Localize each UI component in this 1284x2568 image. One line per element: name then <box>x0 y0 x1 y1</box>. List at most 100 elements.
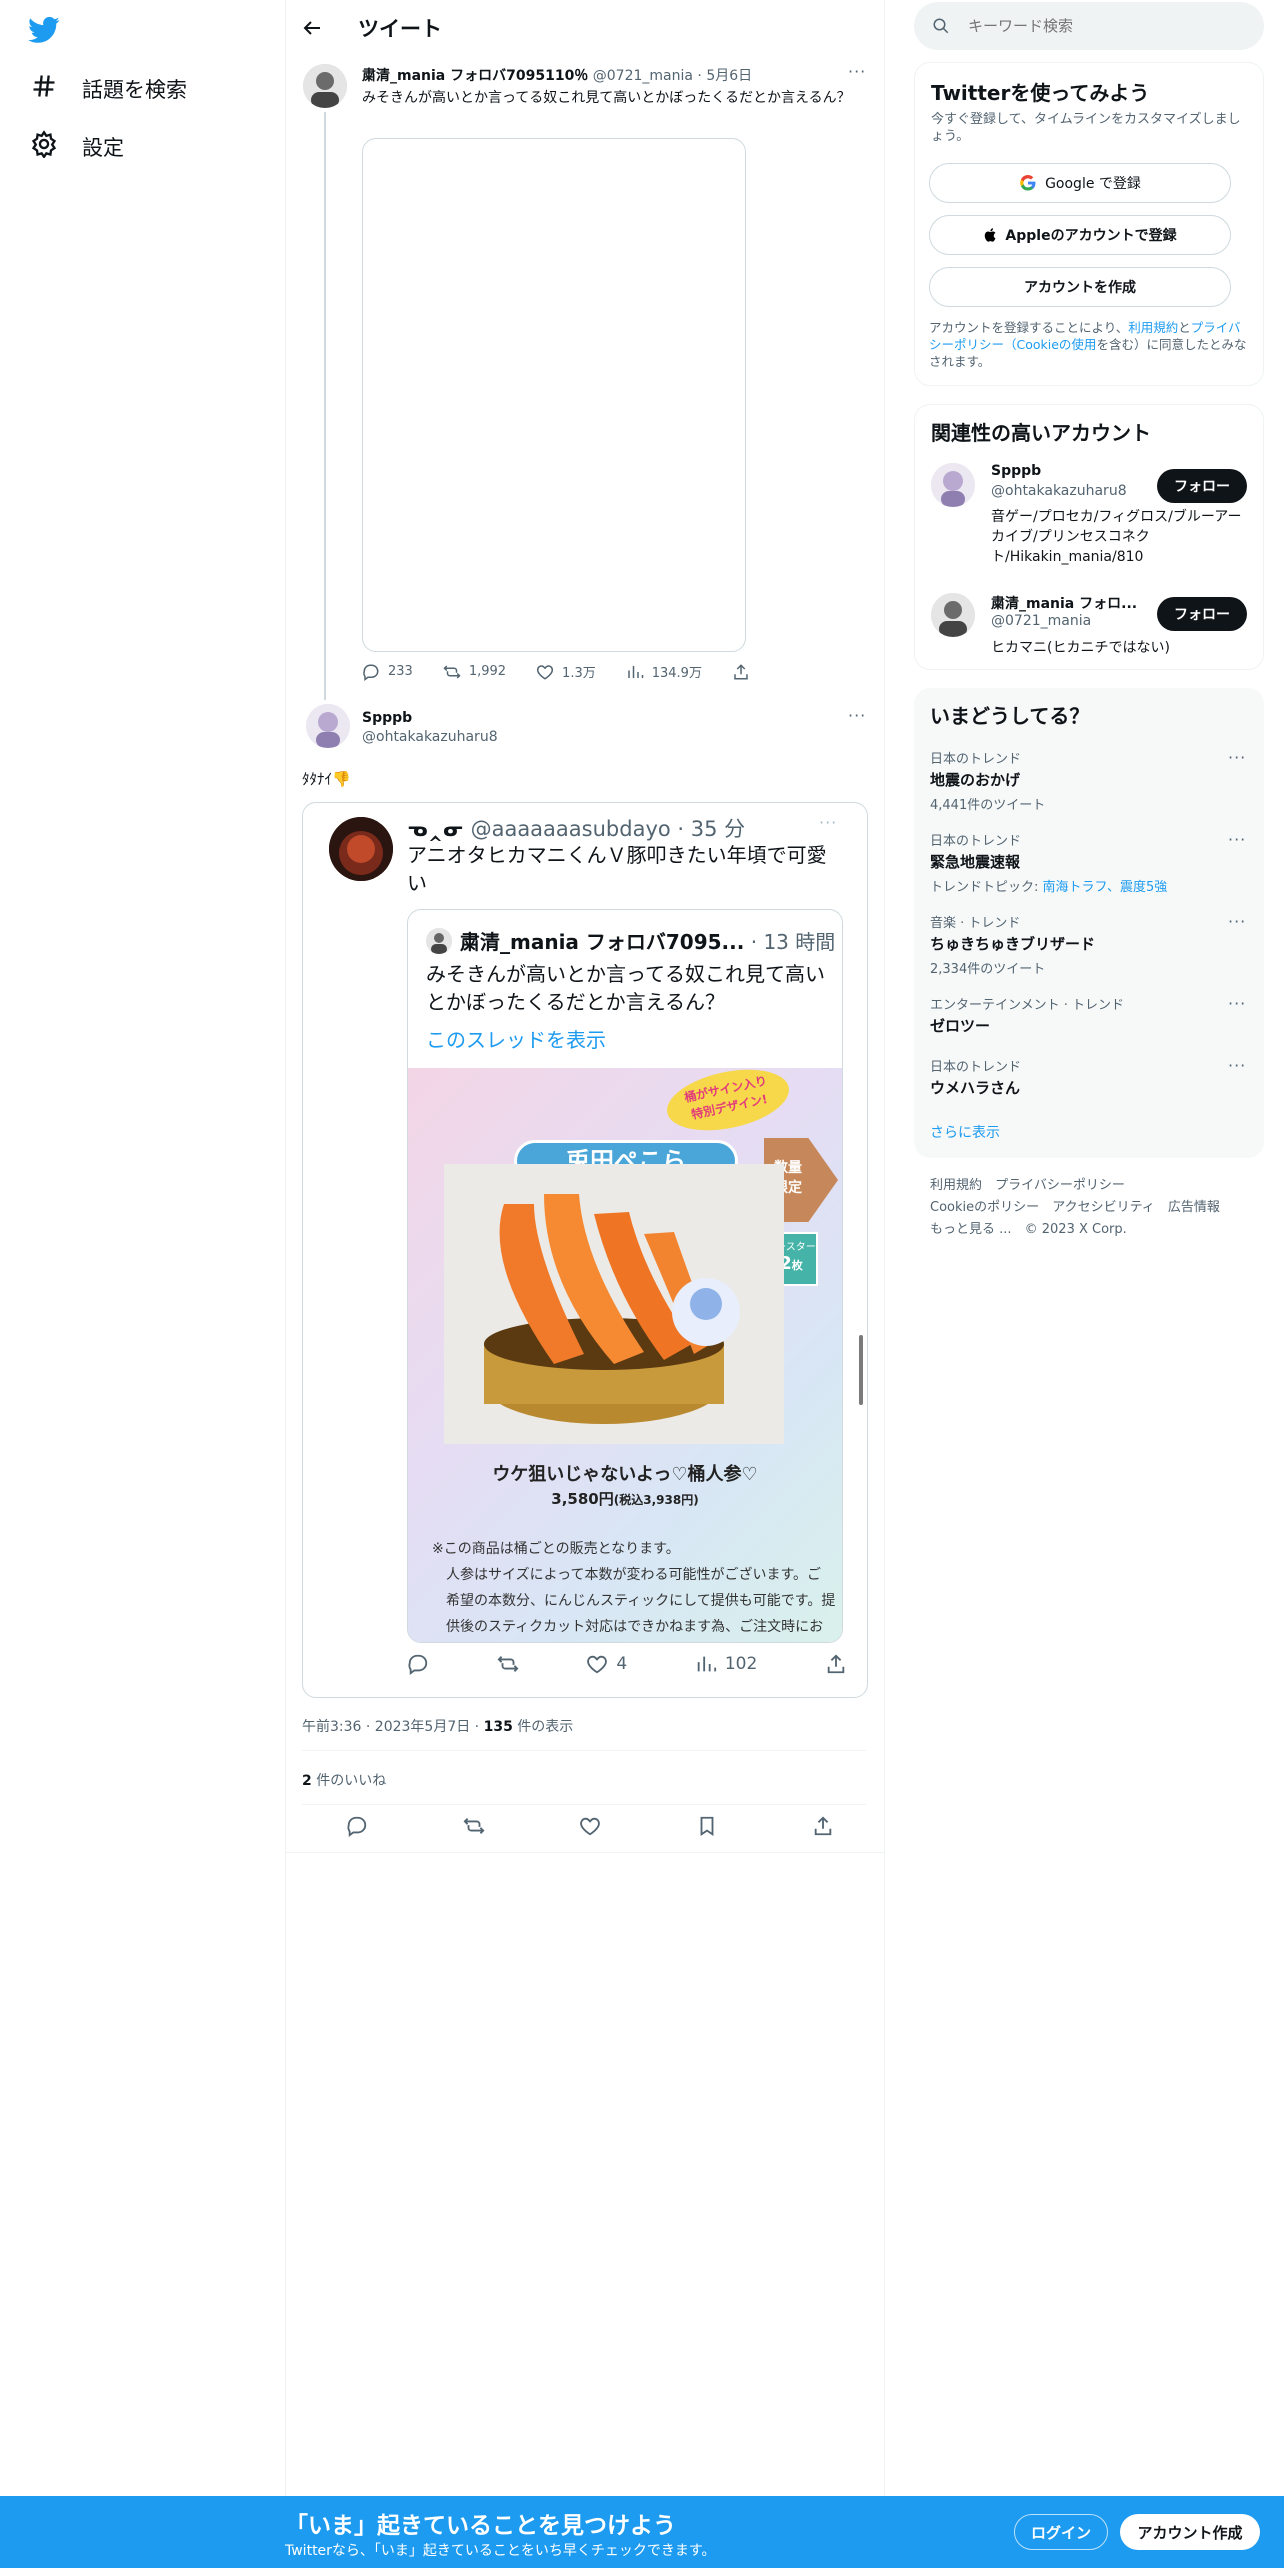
product-price-tax: (税込3,938円) <box>613 1493 699 1507</box>
view-count: 135 <box>483 1719 513 1735</box>
trend-item[interactable]: 日本のトレンド 地震のおかげ 4,441件のツイート <box>930 748 1250 813</box>
embed-actions: 4 102 <box>407 1653 847 1675</box>
embedded-image-card[interactable]: ᓀ‸ᓂ @aaaaaaasubdayo · 35 分 ··· アニオタヒカマニく… <box>302 802 868 1698</box>
product-title: ウケ狙いじゃないよっ♡桶人参♡ <box>492 1464 758 1485</box>
parent-handle[interactable]: @0721_mania <box>593 68 693 84</box>
heart-icon <box>580 1817 600 1836</box>
back-arrow-icon[interactable] <box>300 16 324 40</box>
parent-header: 粛清_mania フォロバ7095110％ @0721_mania · 5月6日 <box>362 68 753 84</box>
product-image: 桶がサイン入り 特別デザイン! 兎田ぺこら 数量 限定 コースター 2枚 ウケ狙… <box>408 1059 842 1642</box>
hashtag-icon <box>30 72 58 105</box>
trend-more-icon[interactable]: ··· <box>1228 994 1246 1013</box>
parent-media[interactable] <box>362 138 746 652</box>
tweet-timestamp[interactable]: 午前3:36 · 2023年5月7日 · <box>302 1719 484 1735</box>
views-icon <box>697 1656 716 1672</box>
trend-topic-links[interactable]: 南海トラフ、震度5強 <box>1043 880 1168 895</box>
footer-copyright: © 2023 X Corp. <box>1024 1222 1127 1237</box>
nav-settings[interactable]: 設定 <box>30 130 124 163</box>
signup-title: Twitterを使ってみよう <box>931 81 1150 105</box>
trend-more-icon[interactable]: ··· <box>1228 1056 1246 1075</box>
footer-more[interactable]: もっと見る ... <box>930 1222 1012 1237</box>
thread-line <box>324 112 326 700</box>
retweet-icon <box>463 1818 484 1834</box>
footer-privacy[interactable]: プライバシーポリシー <box>995 1178 1125 1193</box>
relevant-avatar-2[interactable] <box>931 593 975 637</box>
divider <box>302 1750 866 1751</box>
trend-more-icon[interactable]: ··· <box>1228 912 1246 931</box>
main-more-icon[interactable]: ··· <box>848 706 866 725</box>
parent-date[interactable]: 5月6日 <box>706 68 752 84</box>
note-line3: 希望の本数分、にんじんスティックにして提供も可能です。提 <box>446 1593 836 1609</box>
sidebar-footer: 利用規約 プライバシーポリシー Cookieのポリシー アクセシビリティ 広告情… <box>930 1174 1250 1240</box>
view-suffix: 件の表示 <box>512 1719 574 1735</box>
parent-views-button[interactable]: 134.9万 <box>626 662 702 681</box>
embed-scrollbar <box>859 1335 863 1405</box>
embed-reply-icon <box>407 1653 429 1675</box>
trend-more-icon[interactable]: ··· <box>1228 748 1246 767</box>
trend-more-icon[interactable]: ··· <box>1228 830 1246 849</box>
relevant-name-2[interactable]: 粛清_mania フォロ... <box>991 593 1137 613</box>
nav-settings-label: 設定 <box>82 135 124 160</box>
nav-explore[interactable]: 話題を検索 <box>30 72 187 105</box>
google-signup-button[interactable]: Google で登録 <box>929 163 1231 203</box>
trend-item[interactable]: 日本のトレンド 緊急地震速報 トレンドトピック: 南海トラフ、震度5強 <box>930 830 1250 895</box>
embed-share-icon <box>825 1653 847 1675</box>
retweet-button[interactable] <box>463 1815 485 1837</box>
main-avatar[interactable] <box>306 704 350 748</box>
parent-avatar[interactable] <box>303 64 347 108</box>
inner-text: みそきんが高いとか言ってる奴これ見て高いとかぼったくるだとか言えるん？ <box>426 962 825 1014</box>
follow-button-1[interactable]: フォロー <box>1157 469 1247 503</box>
share-button[interactable] <box>812 1815 834 1837</box>
heart-icon <box>587 1655 608 1674</box>
parent-retweet-button[interactable]: 1,992 <box>443 663 506 681</box>
trend-item[interactable]: 日本のトレンド ウメハラさん <box>930 1056 1250 1098</box>
main-name[interactable]: Spppb <box>362 710 412 726</box>
footer-terms[interactable]: 利用規約 <box>930 1178 982 1193</box>
apple-signup-button[interactable]: Appleのアカウントで登録 <box>929 215 1231 255</box>
parent-reply-button[interactable]: 233 <box>362 663 413 681</box>
parent-name[interactable]: 粛清_mania フォロバ7095110％ <box>362 68 588 84</box>
bookmark-button[interactable] <box>696 1815 718 1837</box>
signup-button[interactable]: アカウント作成 <box>1120 2514 1260 2550</box>
like-button[interactable] <box>579 1815 601 1837</box>
twitter-logo-icon[interactable] <box>28 14 60 46</box>
embed-views: 102 <box>695 1653 757 1675</box>
search-box[interactable] <box>914 2 1264 50</box>
trend-item[interactable]: エンターテインメント · トレンド ゼロツー <box>930 994 1250 1036</box>
footer-ads[interactable]: 広告情報 <box>1168 1200 1220 1215</box>
terms-link[interactable]: 利用規約 <box>1128 320 1178 335</box>
search-input[interactable] <box>966 16 1250 36</box>
follow-button-2[interactable]: フォロー <box>1157 597 1247 631</box>
carrot-photo <box>444 1164 784 1444</box>
parent-share-button[interactable] <box>732 663 750 681</box>
parent-more-icon[interactable]: ··· <box>848 62 866 81</box>
footer-accessibility[interactable]: アクセシビリティ <box>1052 1200 1155 1215</box>
relevant-handle-1[interactable]: @ohtakakazuharu8 <box>991 483 1127 499</box>
embed-header: ᓀ‸ᓂ @aaaaaaasubdayo · 35 分 <box>407 817 746 841</box>
parent-text: みそきんが高いとか言ってる奴これ見て高いとかぼったくるだとか言えるん？ <box>362 90 851 106</box>
note-line4: 供後のスティクカット対応はできかねます為、ご注文時にお <box>446 1619 824 1635</box>
tweet-meta: 午前3:36 · 2023年5月7日 · 135 件の表示 <box>302 1716 573 1736</box>
reply-button[interactable] <box>346 1815 368 1837</box>
show-more-link[interactable]: さらに表示 <box>930 1122 1000 1142</box>
relevant-handle-2[interactable]: @0721_mania <box>991 613 1091 629</box>
google-icon <box>1019 174 1037 192</box>
main-handle[interactable]: @ohtakakazuharu8 <box>362 729 498 745</box>
create-account-button[interactable]: アカウントを作成 <box>929 267 1231 307</box>
divider <box>302 1804 866 1805</box>
like-count: 2 <box>302 1773 312 1789</box>
inner-time: 13 時間 <box>763 930 836 954</box>
main-column-left-border <box>285 0 286 2568</box>
embed-time: 35 分 <box>690 817 746 841</box>
relevant-name-1[interactable]: Spppb <box>991 463 1041 479</box>
product-price-line: 3,580円(税込3,938円) <box>408 1488 842 1509</box>
trend-item[interactable]: 音楽 · トレンド ちゅきちゅきブリザード 2,334件のツイート <box>930 912 1250 977</box>
likes-summary[interactable]: 2 件のいいね <box>302 1770 386 1790</box>
divider <box>285 1852 884 1853</box>
trends-panel: いまどうしてる？ 日本のトレンド 地震のおかげ 4,441件のツイート ··· … <box>914 688 1264 1158</box>
coaster-unit: 枚 <box>791 1259 803 1272</box>
relevant-avatar-1[interactable] <box>931 463 975 507</box>
footer-cookie[interactable]: Cookieのポリシー <box>930 1200 1039 1215</box>
login-button[interactable]: ログイン <box>1014 2514 1108 2550</box>
parent-like-button[interactable]: 1.3万 <box>536 662 596 681</box>
